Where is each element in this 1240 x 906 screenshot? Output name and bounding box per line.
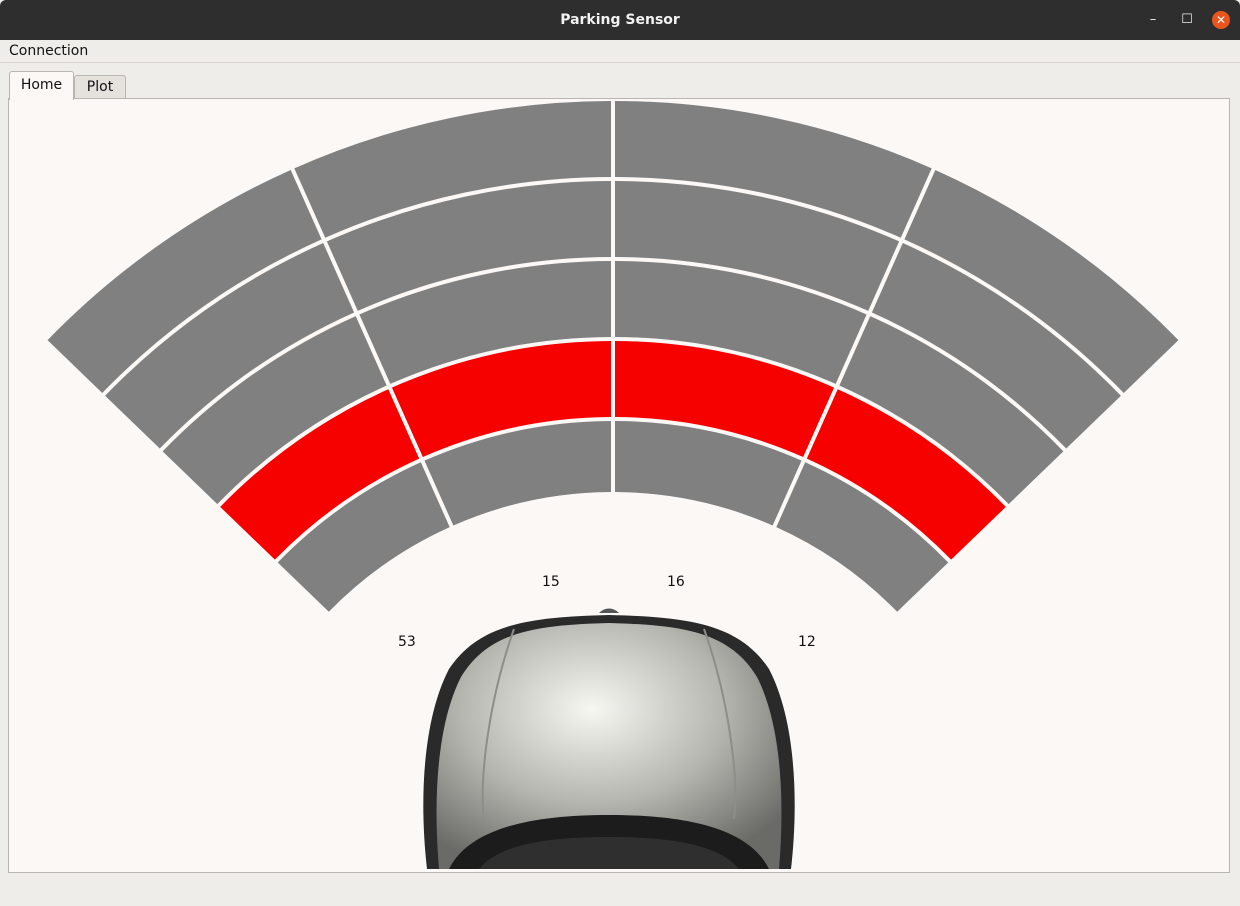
window-title: Parking Sensor bbox=[560, 12, 680, 28]
sensor-reading-center-left: 15 bbox=[542, 574, 560, 590]
home-panel: 53 15 16 12 bbox=[8, 98, 1230, 873]
sensor-radar bbox=[47, 101, 1179, 869]
tab-home[interactable]: Home bbox=[9, 71, 74, 100]
close-icon[interactable]: ✕ bbox=[1212, 11, 1230, 29]
tab-plot[interactable]: Plot bbox=[74, 75, 126, 99]
sensor-reading-left: 53 bbox=[398, 634, 416, 650]
sensor-reading-center-right: 16 bbox=[667, 574, 685, 590]
sensor-reading-right: 12 bbox=[798, 634, 816, 650]
maximize-icon[interactable]: ☐ bbox=[1178, 11, 1196, 29]
minimize-icon[interactable]: – bbox=[1144, 11, 1162, 29]
title-bar: Parking Sensor – ☐ ✕ bbox=[0, 0, 1240, 40]
car-top-view-icon bbox=[423, 608, 795, 869]
menu-bar: Connection bbox=[0, 40, 1240, 63]
menu-connection[interactable]: Connection bbox=[9, 43, 88, 59]
